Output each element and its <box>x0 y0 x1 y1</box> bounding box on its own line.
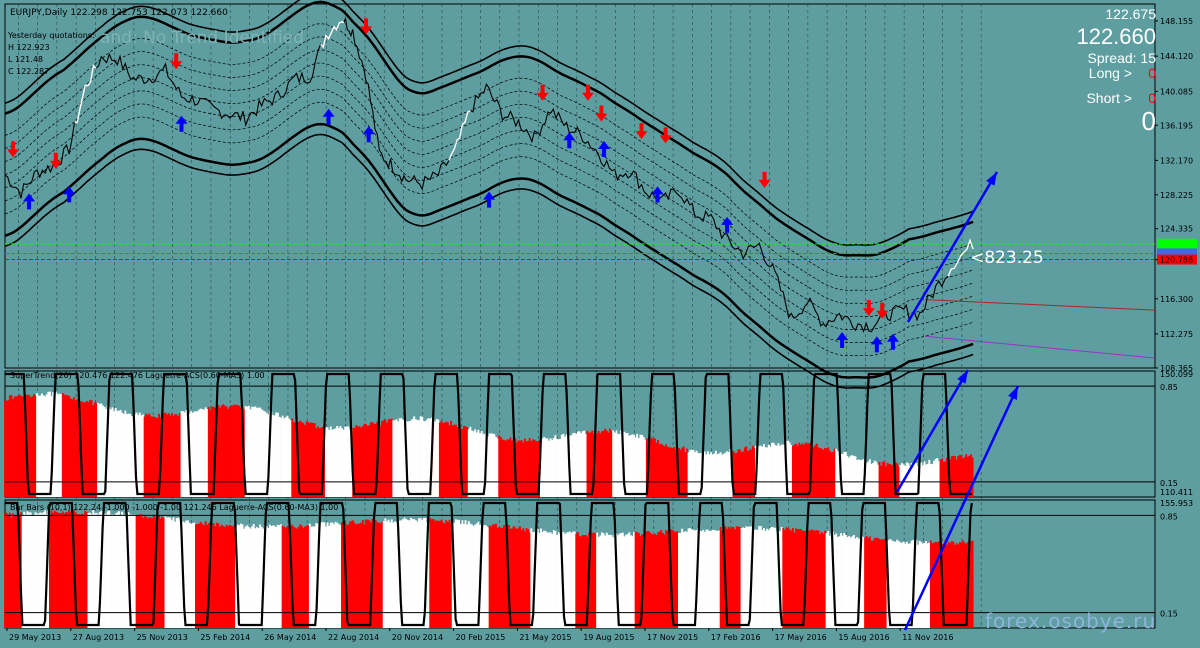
x-tick-label: 11 Nov 2016 <box>902 633 953 642</box>
x-tick-label: 15 Aug 2016 <box>838 633 889 642</box>
main-y-tick-label: 136.195 <box>1160 121 1193 130</box>
main-y-tick-label: 116.300 <box>1160 295 1193 304</box>
chart-canvas: 148.155 144.120 140.085 136.195 132.170 128.2… <box>0 0 1200 648</box>
hud-short-label: Short > <box>1086 90 1132 106</box>
x-tick-label: 29 May 2013 <box>9 633 61 642</box>
x-tick-label: 17 Feb 2016 <box>711 633 761 642</box>
symbol-line: EURJPY,Daily 122.298 122.753 122.073 122… <box>10 8 228 18</box>
main-y-tick-label: 148.155 <box>1160 17 1193 26</box>
hud-short-value: 0 <box>1148 90 1156 106</box>
main-y-tick-label: 140.085 <box>1160 87 1193 96</box>
main-y-tick-label: 144.120 <box>1160 52 1193 61</box>
sub1-y-tick-label: 0.15 <box>1160 479 1178 488</box>
hud-spread: Spread: 15 <box>1087 50 1157 66</box>
x-tick-label: 17 Nov 2015 <box>647 633 698 642</box>
x-tick-label: 20 Feb 2015 <box>456 633 506 642</box>
level-price-tag <box>1157 238 1197 249</box>
trend-status-text: and: No Trend Identified <box>100 28 304 48</box>
x-tick-label: 17 May 2016 <box>775 633 827 642</box>
main-y-tick-label: 132.170 <box>1160 156 1193 165</box>
hud-long-value: 0 <box>1148 65 1156 81</box>
sub2-y-tick-label: 155.953 <box>1160 499 1193 508</box>
hud-long-label: Long > <box>1088 65 1132 81</box>
main-y-tick-label: 124.335 <box>1160 225 1193 234</box>
x-tick-label: 21 May 2015 <box>519 633 571 642</box>
x-tick-label: 25 Nov 2013 <box>137 633 188 642</box>
yesterday-label: Yesterday quotations: <box>7 31 95 40</box>
sub2-y-tick-label: 0.15 <box>1160 610 1178 619</box>
hud-price: 122.660 <box>1076 24 1156 49</box>
sub1-title: SuperTrend(20) 120.476 122.476 Laguerre-… <box>10 371 265 380</box>
yesterday-close: C 122.287 <box>8 67 49 76</box>
sub1-y-tick-label: 0.85 <box>1160 383 1178 392</box>
x-tick-label: 20 Nov 2014 <box>392 633 443 642</box>
watermark: forex.osobye.ru <box>985 609 1157 633</box>
x-tick-label: 26 May 2014 <box>264 633 316 642</box>
distance-annotation: <823.25 <box>970 248 1044 268</box>
main-y-tick-label: 128.225 <box>1160 191 1193 200</box>
x-tick-label: 27 Aug 2013 <box>73 633 124 642</box>
x-tick-label: 19 Aug 2015 <box>583 633 634 642</box>
hud-total: 0 <box>1141 106 1156 136</box>
yesterday-low: L 121.48 <box>8 55 43 64</box>
main-y-tick-label: 120.786 <box>1160 256 1193 265</box>
sub1-y-tick-label: 150.099 <box>1160 370 1193 379</box>
main-y-tick-label: 112.275 <box>1160 330 1193 339</box>
x-tick-label: 22 Aug 2014 <box>328 633 379 642</box>
sub2-y-tick-label: 0.85 <box>1160 512 1178 521</box>
hud-bid: 122.675 <box>1105 6 1156 22</box>
sub1-y-tick-label: 110.411 <box>1160 488 1193 497</box>
yesterday-high: H 122.923 <box>8 43 50 52</box>
x-tick-label: 25 Feb 2014 <box>200 633 250 642</box>
sub2-title: Bar Bars (10,1) 122.24 -1.000 -1.000 -1.… <box>10 503 338 512</box>
